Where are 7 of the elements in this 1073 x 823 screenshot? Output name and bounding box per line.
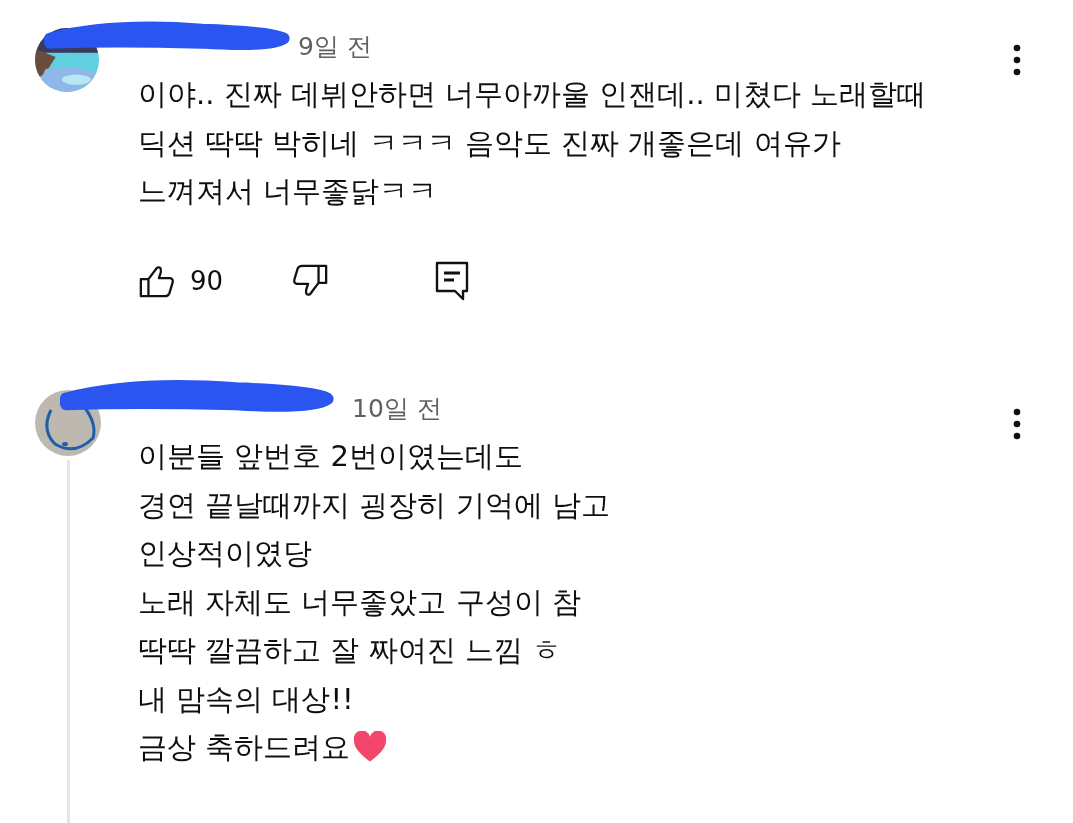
comment-text: 이야.. 진짜 데뷔안하면 너무아까울 인잰데.. 미쳤다 노래할때 딕션 딱딱 박히네 ㅋㅋㅋ 음악도 진짜 개좋은데 여유가 느껴져서 너무좋닭ㅋㅋ	[138, 76, 928, 210]
comment-text: 이분들 앞번호 2번이였는데도 경연 끝날때까지 굉장히 기억에 남고 인상적이였당 노래 자체도 너무좋았고 구성이 참 딱딱 깔끔하고 잘 짜여진 느낌 ㅎ 내 맘속의 대상!! 금상 축하드려요	[138, 438, 611, 766]
reply-button[interactable]	[435, 259, 470, 302]
comment-time: 9일 전	[298, 31, 372, 63]
like-count: 90	[190, 265, 224, 296]
comment-time: 10일 전	[352, 393, 442, 425]
dislike-button[interactable]	[291, 262, 330, 299]
